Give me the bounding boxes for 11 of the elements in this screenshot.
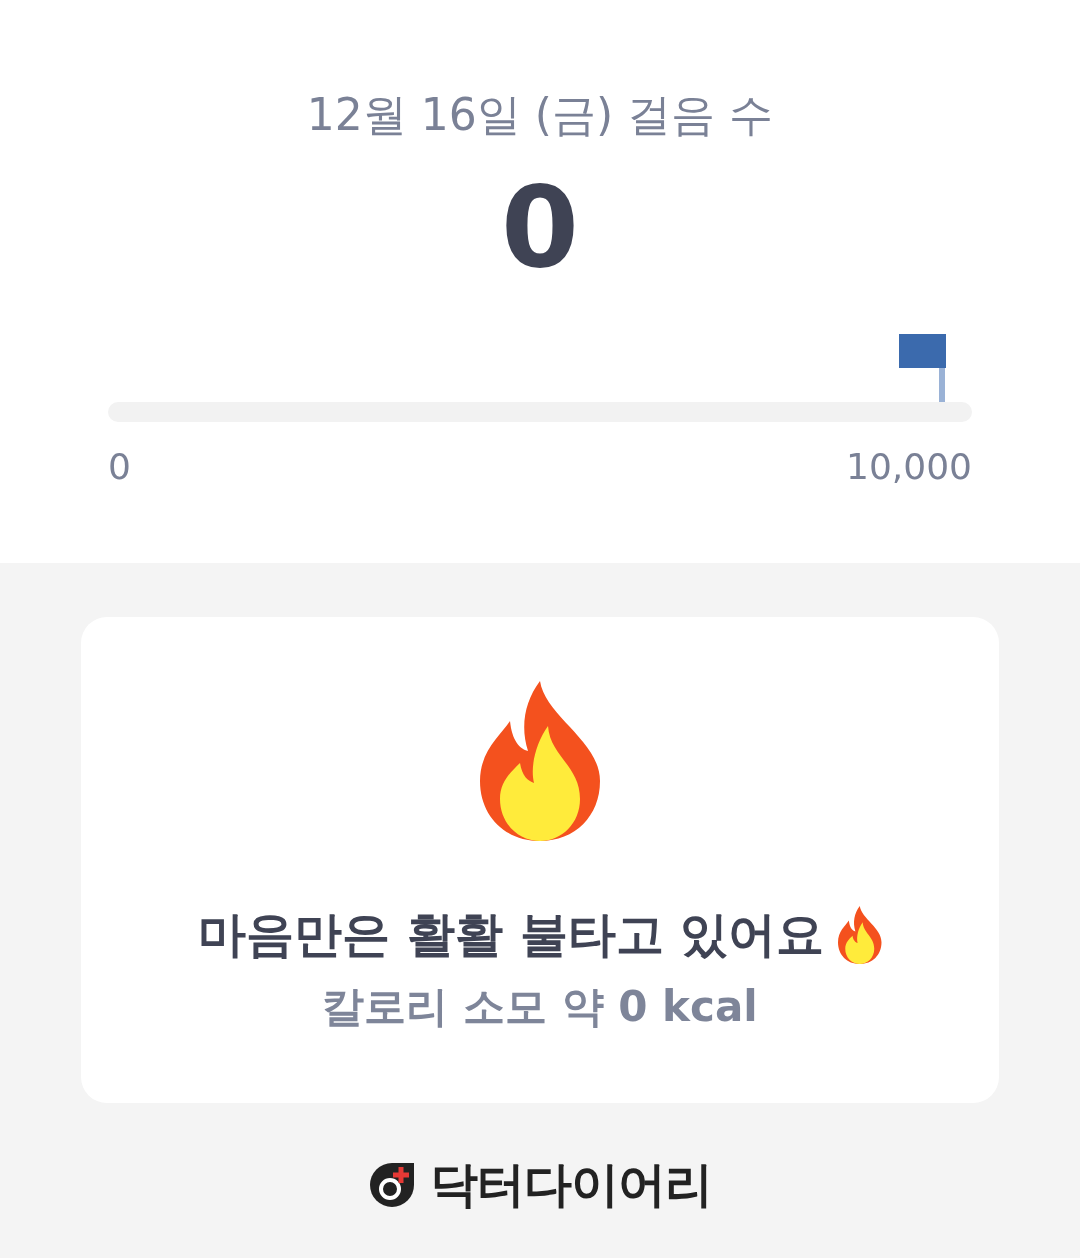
fire-icon — [838, 906, 882, 964]
step-count: 0 — [501, 162, 579, 292]
min-label: 0 — [108, 446, 131, 487]
fire-icon — [480, 681, 600, 841]
brand-logo-icon — [368, 1161, 416, 1209]
brand-name: 닥터다이어리 — [430, 1155, 712, 1214]
calories-text: 칼로리 소모 약 0 kcal — [322, 981, 758, 1033]
goal-flag-icon — [899, 334, 946, 402]
message-text: 마음만은 활활 불타고 있어요 — [198, 905, 825, 964]
steps-title: 12월 16일 (금) 걸음 수 — [306, 88, 774, 142]
goal-label: 10,000 — [846, 446, 972, 487]
